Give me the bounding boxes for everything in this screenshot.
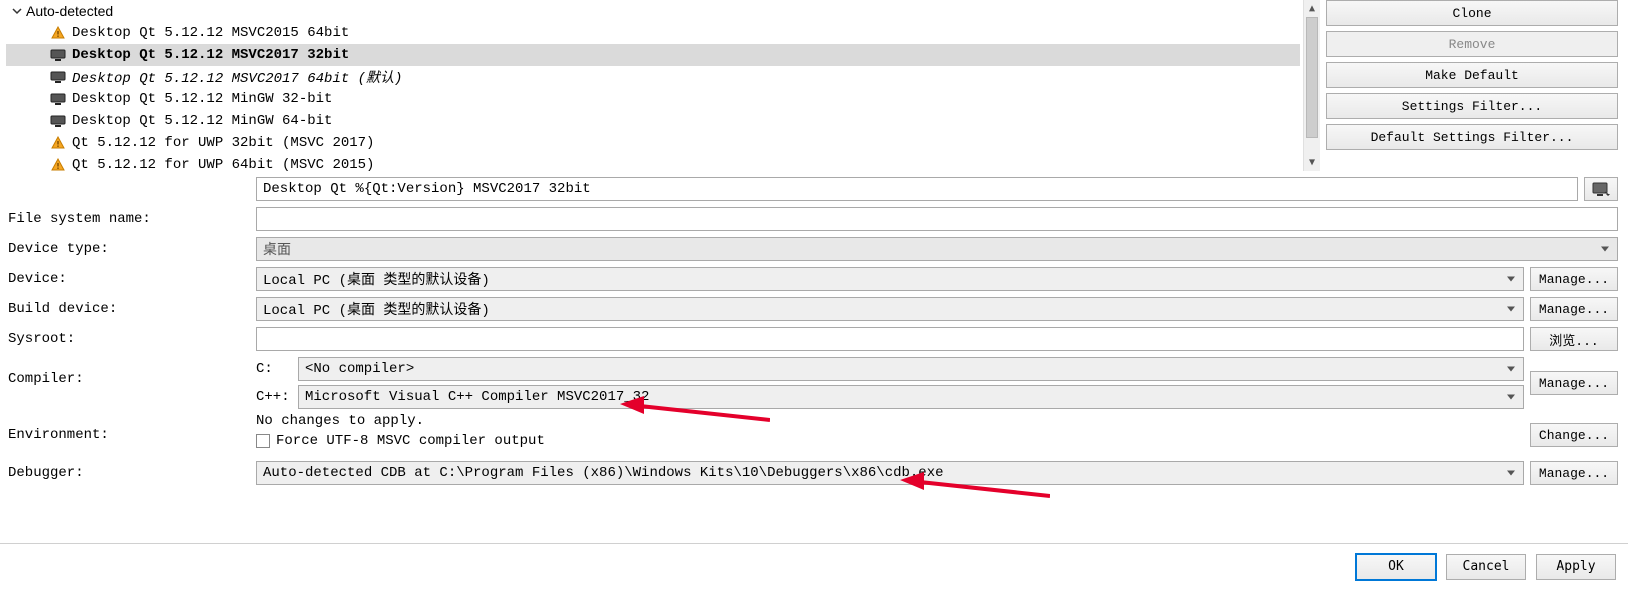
build-device-manage-button[interactable]: Manage... — [1530, 297, 1618, 321]
build-device-label: Build device: — [6, 301, 256, 317]
ok-button[interactable]: OK — [1356, 554, 1436, 580]
row-name: Desktop Qt %{Qt:Version} MSVC2017 32bit — [6, 177, 1618, 201]
top-area: Auto-detected Desktop Qt 5.12.12 MSVC201… — [0, 0, 1628, 171]
device-select[interactable]: Local PC (桌面 类型的默认设备) — [256, 267, 1524, 291]
monitor-icon — [50, 71, 66, 83]
kit-label: Qt 5.12.12 for UWP 64bit (MSVC 2015) — [72, 157, 374, 171]
name-input[interactable]: Desktop Qt %{Qt:Version} MSVC2017 32bit — [256, 177, 1578, 201]
dialog-button-bar: OK Cancel Apply — [0, 543, 1628, 589]
tree-group-autodetected[interactable]: Auto-detected — [6, 0, 1300, 22]
device-type-select[interactable]: 桌面 — [256, 237, 1618, 261]
kit-label: Desktop Qt 5.12.12 MSVC2017 64bit (默认) — [72, 67, 402, 87]
debugger-label: Debugger: — [6, 465, 256, 481]
sysroot-label: Sysroot: — [6, 331, 256, 347]
kit-row[interactable]: Qt 5.12.12 for UWP 32bit (MSVC 2017) — [6, 132, 1300, 154]
environment-label: Environment: — [6, 413, 256, 443]
cancel-button[interactable]: Cancel — [1446, 554, 1526, 580]
kit-label: Desktop Qt 5.12.12 MinGW 64-bit — [72, 113, 332, 129]
kit-row[interactable]: Desktop Qt 5.12.12 MinGW 32-bit — [6, 88, 1300, 110]
make-default-button[interactable]: Make Default — [1326, 62, 1618, 88]
kit-label: Qt 5.12.12 for UWP 32bit (MSVC 2017) — [72, 135, 374, 151]
row-sysroot: Sysroot: 浏览... — [6, 327, 1618, 351]
scroll-track[interactable] — [1304, 17, 1320, 154]
scroll-up-icon[interactable]: ▲ — [1304, 0, 1320, 17]
environment-change-button[interactable]: Change... — [1530, 423, 1618, 447]
kits-tree[interactable]: Auto-detected Desktop Qt 5.12.12 MSVC201… — [0, 0, 1300, 171]
warning-icon — [50, 27, 66, 39]
device-label: Device: — [6, 271, 256, 287]
warning-icon — [50, 159, 66, 171]
debugger-select[interactable]: Auto-detected CDB at C:\Program Files (x… — [256, 461, 1524, 485]
compiler-c-select[interactable]: <No compiler> — [298, 357, 1524, 381]
kit-details-form: Desktop Qt %{Qt:Version} MSVC2017 32bit … — [0, 171, 1628, 493]
row-device-type: Device type: 桌面 — [6, 237, 1618, 261]
sysroot-browse-button[interactable]: 浏览... — [1530, 327, 1618, 351]
settings-filter-button[interactable]: Settings Filter... — [1326, 93, 1618, 119]
row-environment: Environment: No changes to apply. Force … — [6, 413, 1618, 457]
compiler-manage-button[interactable]: Manage... — [1530, 371, 1618, 395]
kit-label: Desktop Qt 5.12.12 MinGW 32-bit — [72, 91, 332, 107]
build-device-select[interactable]: Local PC (桌面 类型的默认设备) — [256, 297, 1524, 321]
kit-row[interactable]: Desktop Qt 5.12.12 MSVC2017 32bit — [6, 44, 1300, 66]
environment-status: No changes to apply. — [256, 413, 1524, 429]
fs-name-input[interactable] — [256, 207, 1618, 231]
compiler-c-label: C: — [256, 361, 290, 377]
compiler-cpp-label: C++: — [256, 389, 290, 405]
right-button-column: Clone Remove Make Default Settings Filte… — [1320, 0, 1628, 171]
kit-label: Desktop Qt 5.12.12 MSVC2015 64bit — [72, 25, 349, 41]
row-debugger: Debugger: Auto-detected CDB at C:\Progra… — [6, 461, 1618, 485]
chevron-down-icon[interactable] — [10, 4, 24, 18]
kits-tree-wrap: Auto-detected Desktop Qt 5.12.12 MSVC201… — [0, 0, 1320, 171]
monitor-icon — [50, 115, 66, 127]
device-manage-button[interactable]: Manage... — [1530, 267, 1618, 291]
row-fs-name: File system name: — [6, 207, 1618, 231]
row-device: Device: Local PC (桌面 类型的默认设备) Manage... — [6, 267, 1618, 291]
warning-icon — [50, 137, 66, 149]
compiler-label: Compiler: — [6, 357, 256, 387]
kit-row[interactable]: Desktop Qt 5.12.12 MinGW 64-bit — [6, 110, 1300, 132]
monitor-icon — [50, 93, 66, 105]
force-utf8-label: Force UTF-8 MSVC compiler output — [276, 433, 545, 449]
tree-group-label: Auto-detected — [26, 3, 113, 19]
device-type-label: Device type: — [6, 241, 256, 257]
scroll-thumb[interactable] — [1306, 17, 1318, 138]
kit-row[interactable]: Desktop Qt 5.12.12 MSVC2015 64bit — [6, 22, 1300, 44]
fs-name-label: File system name: — [6, 211, 256, 227]
remove-button: Remove — [1326, 31, 1618, 57]
row-compiler: Compiler: C: <No compiler> C++: Microsof… — [6, 357, 1618, 409]
clone-button[interactable]: Clone — [1326, 0, 1618, 26]
default-settings-filter-button[interactable]: Default Settings Filter... — [1326, 124, 1618, 150]
row-build-device: Build device: Local PC (桌面 类型的默认设备) Mana… — [6, 297, 1618, 321]
kit-label: Desktop Qt 5.12.12 MSVC2017 32bit — [72, 47, 349, 63]
tree-scrollbar[interactable]: ▲ ▼ — [1303, 0, 1320, 171]
monitor-icon — [50, 49, 66, 61]
kit-icon-picker-button[interactable] — [1584, 177, 1618, 201]
sysroot-input[interactable] — [256, 327, 1524, 351]
apply-button[interactable]: Apply — [1536, 554, 1616, 580]
compiler-cpp-select[interactable]: Microsoft Visual C++ Compiler MSVC2017_3… — [298, 385, 1524, 409]
kit-row[interactable]: Desktop Qt 5.12.12 MSVC2017 64bit (默认) — [6, 66, 1300, 88]
kit-row[interactable]: Qt 5.12.12 for UWP 64bit (MSVC 2015) — [6, 154, 1300, 171]
force-utf8-checkbox[interactable] — [256, 434, 270, 448]
debugger-manage-button[interactable]: Manage... — [1530, 461, 1618, 485]
scroll-down-icon[interactable]: ▼ — [1304, 154, 1320, 171]
